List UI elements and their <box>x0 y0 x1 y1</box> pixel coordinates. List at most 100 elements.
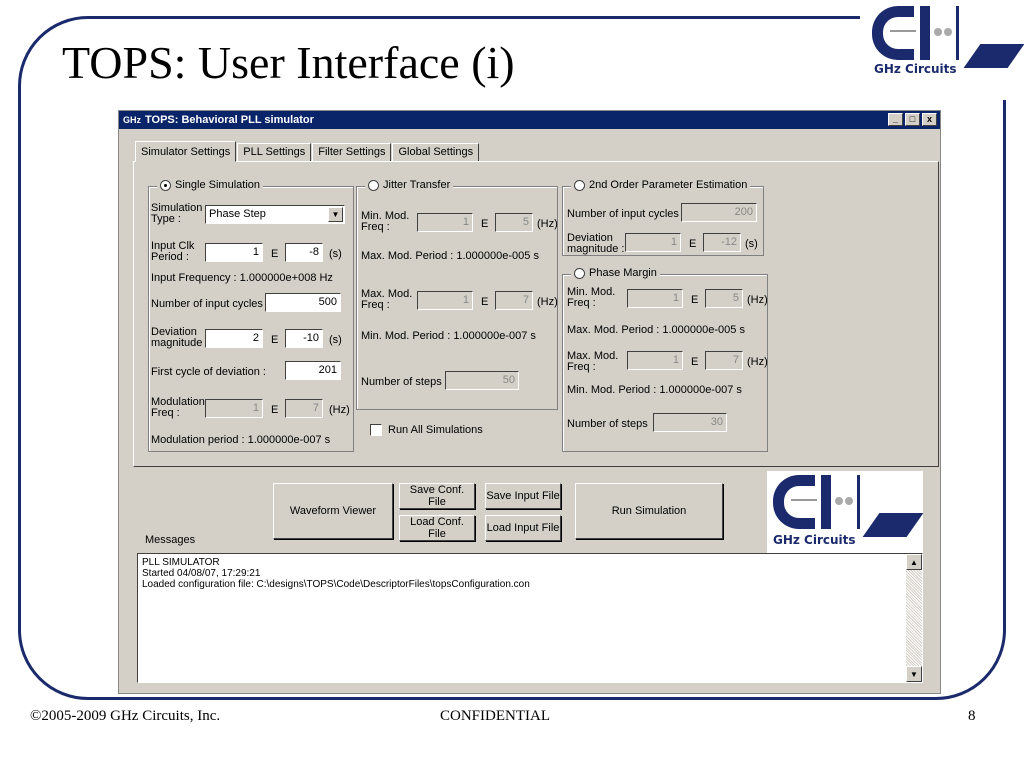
logo-bar <box>956 6 959 60</box>
pm-max-freq-label: Max. Mod. Freq : <box>567 350 619 373</box>
single-simulation-legend: Single Simulation <box>175 179 260 191</box>
jitter-steps-label: Number of steps <box>361 376 442 388</box>
input-cycles-label: Number of input cycles : <box>151 298 269 310</box>
jitter-max-freq-label: Max. Mod. Freq : <box>361 288 413 311</box>
logo-dot <box>934 28 942 36</box>
modulation-freq-label: Modulation Freq : <box>151 396 205 419</box>
jitter-min-mantissa-input[interactable]: 1 <box>417 213 473 232</box>
pm-max-exp-input[interactable]: 7 <box>705 351 743 370</box>
message-line: Started 04/08/07, 17:29:21 <box>142 568 261 579</box>
chevron-down-icon[interactable]: ▼ <box>328 207 343 222</box>
first-cycle-label: First cycle of deviation : <box>151 366 266 378</box>
tab-pll-settings[interactable]: PLL Settings <box>237 143 312 162</box>
logo-z-shape <box>862 513 924 537</box>
exponent-label: E <box>689 238 697 250</box>
param-cycles-label: Number of input cycles : <box>567 208 685 220</box>
jitter-steps-input[interactable]: 50 <box>445 371 519 390</box>
window-title: TOPS: Behavioral PLL simulator <box>145 114 314 126</box>
logo-z-shape <box>963 44 1024 68</box>
exponent-label: E <box>271 404 279 416</box>
scroll-up-icon[interactable]: ▲ <box>906 554 922 570</box>
jitter-transfer-group: Jitter Transfer Min. Mod. Freq : 1 E 5 (H… <box>356 179 558 410</box>
pm-min-freq-label: Min. Mod. Freq : <box>567 286 616 309</box>
clk-unit-label: (s) <box>329 248 342 260</box>
messages-scrollbar[interactable]: ▲ ▼ <box>906 554 922 682</box>
ghz-logo: GHz Circuits <box>872 6 1024 76</box>
deviation-label: Deviation magnitude : <box>151 326 209 349</box>
save-conf-file-button[interactable]: Save Conf. File <box>399 483 475 509</box>
run-all-row[interactable]: Run All Simulations <box>370 424 483 436</box>
waveform-viewer-button[interactable]: Waveform Viewer <box>273 483 393 539</box>
ghz-logo-window: GHz Circuits <box>767 471 924 553</box>
tab-bar: Simulator Settings PLL Settings Filter S… <box>135 141 480 162</box>
tab-simulator-settings[interactable]: Simulator Settings <box>135 141 237 162</box>
logo-g-shape <box>773 475 815 529</box>
jitter-transfer-radio[interactable] <box>368 179 379 191</box>
message-line: PLL SIMULATOR <box>142 557 220 568</box>
mod-exp-input[interactable]: 7 <box>285 399 323 418</box>
load-conf-file-button[interactable]: Load Conf. File <box>399 515 475 541</box>
tab-filter-settings[interactable]: Filter Settings <box>312 143 392 162</box>
run-all-checkbox[interactable] <box>370 424 382 436</box>
tab-global-settings[interactable]: Global Settings <box>392 143 480 162</box>
param-dev-mantissa-input[interactable]: 1 <box>625 233 681 252</box>
load-input-file-button[interactable]: Load Input File <box>485 515 561 541</box>
mod-mantissa-input[interactable]: 1 <box>205 399 263 418</box>
single-simulation-radio[interactable] <box>160 179 171 191</box>
close-button[interactable]: x <box>922 113 937 126</box>
jitter-max-exp-input[interactable]: 7 <box>495 291 533 310</box>
save-input-file-button[interactable]: Save Input File <box>485 483 561 509</box>
minimize-button[interactable]: _ <box>888 113 903 126</box>
pm-max-hz-label: (Hz) <box>747 356 768 368</box>
sim-type-value: Phase Step <box>209 208 266 220</box>
pm-max-period-text: Max. Mod. Period : 1.000000e-005 s <box>567 324 745 336</box>
logo-dot <box>845 497 853 505</box>
clk-exp-input[interactable]: -8 <box>285 243 323 262</box>
deviation-exp-input[interactable]: -10 <box>285 329 323 348</box>
jitter-max-hz-label: (Hz) <box>537 296 558 308</box>
exponent-label: E <box>691 294 699 306</box>
sim-type-select[interactable]: Phase Step ▼ <box>205 205 345 224</box>
parameter-estimation-radio[interactable] <box>574 179 585 191</box>
logo-bar <box>857 475 860 529</box>
pm-min-exp-input[interactable]: 5 <box>705 289 743 308</box>
clk-period-label: Input Clk Period : <box>151 240 195 263</box>
exponent-label: E <box>271 248 279 260</box>
phase-margin-legend: Phase Margin <box>589 267 657 279</box>
run-simulation-button[interactable]: Run Simulation <box>575 483 723 539</box>
first-cycle-input[interactable]: 201 <box>285 361 341 380</box>
clk-mantissa-input[interactable]: 1 <box>205 243 263 262</box>
input-cycles-input[interactable]: 500 <box>265 293 341 312</box>
deviation-mantissa-input[interactable]: 2 <box>205 329 263 348</box>
simulator-settings-panel: Single Simulation Simulation Type : Phase… <box>133 161 939 467</box>
logo-bar <box>821 475 831 529</box>
pm-min-period-text: Min. Mod. Period : 1.000000e-007 s <box>567 384 742 396</box>
scroll-down-icon[interactable]: ▼ <box>906 666 922 682</box>
pm-min-mantissa-input[interactable]: 1 <box>627 289 683 308</box>
window-titlebar[interactable]: GHz TOPS: Behavioral PLL simulator _ □ x <box>119 111 940 129</box>
messages-log[interactable]: PLL SIMULATOR Started 04/08/07, 17:29:21… <box>137 553 923 683</box>
slide-title: TOPS: User Interface (i) <box>62 37 515 88</box>
pm-max-mantissa-input[interactable]: 1 <box>627 351 683 370</box>
logo-caption: GHz Circuits <box>874 62 957 76</box>
sim-type-label: Simulation Type : <box>151 202 203 225</box>
app-window: GHz TOPS: Behavioral PLL simulator _ □ x… <box>118 110 941 694</box>
jitter-min-exp-input[interactable]: 5 <box>495 213 533 232</box>
exponent-label: E <box>271 334 279 346</box>
phase-margin-group: Phase Margin Min. Mod. Freq : 1 E 5 (Hz) … <box>562 267 768 452</box>
page-number: 8 <box>968 708 976 724</box>
logo-caption: GHz Circuits <box>773 533 856 547</box>
app-icon: GHz <box>123 115 141 125</box>
logo-dot <box>835 497 843 505</box>
parameter-estimation-group: 2nd Order Parameter Estimation Number of… <box>562 179 764 256</box>
param-cycles-input[interactable]: 200 <box>681 203 757 222</box>
input-frequency-text: Input Frequency : 1.000000e+008 Hz <box>151 272 333 284</box>
jitter-max-mantissa-input[interactable]: 1 <box>417 291 473 310</box>
run-all-label: Run All Simulations <box>388 423 483 436</box>
maximize-button[interactable]: □ <box>905 113 920 126</box>
phase-margin-radio[interactable] <box>574 267 585 279</box>
single-simulation-group: Single Simulation Simulation Type : Phase… <box>148 179 354 452</box>
pm-steps-input[interactable]: 30 <box>653 413 727 432</box>
logo-arrow-icon <box>890 30 916 32</box>
param-dev-exp-input[interactable]: -12 <box>703 233 741 252</box>
